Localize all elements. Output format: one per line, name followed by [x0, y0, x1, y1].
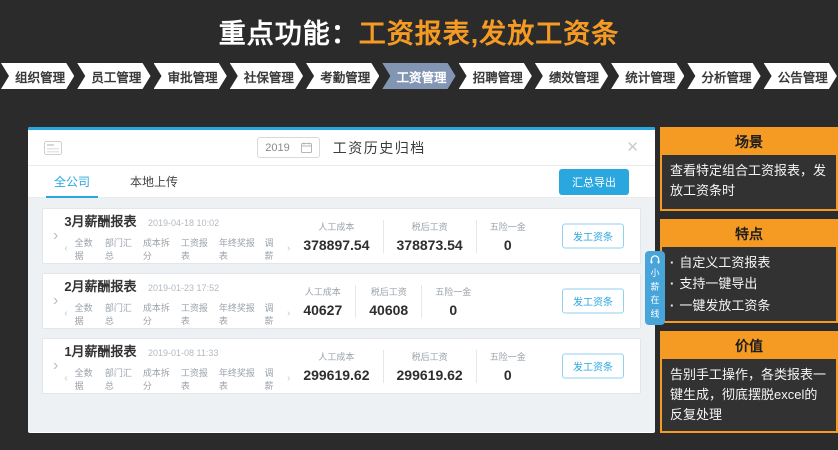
calendar-icon	[301, 142, 312, 153]
nav-tab-approval[interactable]: 审批管理	[154, 63, 227, 89]
report-link[interactable]: 调薪	[265, 301, 280, 327]
section-features: 特点 自定义工资报表 支持一键导出 一键发放工资条	[660, 219, 838, 323]
send-payslip-button[interactable]: 发工资条	[562, 354, 624, 379]
report-row-january: › 1月薪酬报表 2019-01-08 11:33 ‹ 全数据 部门汇总 成本拆…	[42, 338, 641, 394]
panel-header: 2019 工资历史归档 ✕	[28, 130, 655, 166]
report-info: 3月薪酬报表 2019-04-18 10:02 ‹ 全数据 部门汇总 成本拆分 …	[64, 211, 290, 262]
metric-labor-cost: 人工成本 40627	[290, 285, 355, 318]
nav-tab-announcement[interactable]: 公告管理	[764, 63, 837, 89]
nav-tab-attendance[interactable]: 考勤管理	[306, 63, 379, 89]
report-link[interactable]: 部门汇总	[105, 301, 136, 327]
assistant-badge[interactable]: 小薪在线	[645, 251, 665, 325]
chevron-right-icon[interactable]: ›	[53, 227, 58, 245]
section-scene-title: 场景	[662, 129, 836, 155]
nav-tab-performance[interactable]: 绩效管理	[535, 63, 608, 89]
nav-tab-analysis[interactable]: 分析管理	[687, 63, 760, 89]
tab-local-upload[interactable]: 本地上传	[130, 166, 178, 197]
metric-after-tax-salary: 税后工资 299619.62	[383, 350, 476, 383]
metric-labor-cost: 人工成本 299619.62	[290, 350, 382, 383]
section-value-title: 价值	[662, 333, 836, 359]
links-prev-icon[interactable]: ‹	[64, 243, 67, 254]
report-metrics: 人工成本 378897.54 税后工资 378873.54 五险一金 0	[290, 220, 538, 253]
report-timestamp: 2019-01-08 11:33	[148, 348, 218, 358]
nav-tab-recruit[interactable]: 招聘管理	[459, 63, 532, 89]
report-link[interactable]: 全数据	[75, 366, 98, 392]
page: 重点功能： 工资报表,发放工资条 组织管理 员工管理 审批管理 社保管理 考勤管…	[0, 0, 838, 450]
metric-insurance-fund: 五险一金 0	[476, 220, 539, 253]
hero-title-prefix: 重点功能：	[219, 12, 359, 51]
export-summary-button[interactable]: 汇总导出	[559, 169, 629, 195]
report-link[interactable]: 全数据	[75, 301, 98, 327]
report-timestamp: 2019-01-23 17:52	[148, 283, 219, 293]
report-title: 1月薪酬报表	[64, 344, 136, 359]
year-select[interactable]: 2019	[257, 137, 319, 158]
panel-title: 工资历史归档	[333, 138, 426, 158]
tab-whole-company[interactable]: 全公司	[54, 166, 90, 197]
report-sublinks: ‹ 全数据 部门汇总 成本拆分 工资报表 年终奖报表 调薪 ›	[64, 366, 290, 392]
nav-tab-employee[interactable]: 员工管理	[77, 63, 150, 89]
report-link[interactable]: 年终奖报表	[219, 301, 258, 327]
year-value: 2019	[265, 142, 289, 154]
send-payslip-button[interactable]: 发工资条	[562, 224, 624, 249]
links-prev-icon[interactable]: ‹	[64, 308, 67, 319]
feature-item: 一键发放工资条	[670, 295, 828, 316]
assistant-badge-label: 小薪在线	[650, 267, 660, 321]
report-link[interactable]: 年终奖报表	[219, 236, 258, 262]
report-link[interactable]: 成本拆分	[143, 366, 174, 392]
links-prev-icon[interactable]: ‹	[64, 373, 67, 384]
feature-item: 自定义工资报表	[670, 252, 828, 273]
report-title: 2月薪酬报表	[64, 279, 136, 294]
close-icon[interactable]: ✕	[626, 138, 639, 156]
feature-item: 支持一键导出	[670, 273, 828, 294]
report-link[interactable]: 成本拆分	[143, 301, 174, 327]
report-metrics: 人工成本 299619.62 税后工资 299619.62 五险一金 0	[290, 350, 538, 383]
metric-insurance-fund: 五险一金 0	[476, 350, 539, 383]
section-features-title: 特点	[662, 221, 836, 247]
report-link[interactable]: 全数据	[75, 236, 98, 262]
report-link[interactable]: 年终奖报表	[219, 366, 258, 392]
nav-tab-org[interactable]: 组织管理	[1, 63, 74, 89]
nav-tab-statistics[interactable]: 统计管理	[611, 63, 684, 89]
report-sublinks: ‹ 全数据 部门汇总 成本拆分 工资报表 年终奖报表 调薪 ›	[64, 236, 290, 262]
chevron-right-icon[interactable]: ›	[53, 292, 58, 310]
metric-insurance-fund: 五险一金 0	[421, 285, 484, 318]
metric-after-tax-salary: 税后工资 378873.54	[383, 220, 476, 253]
nav-tab-salary[interactable]: 工资管理	[382, 63, 455, 89]
report-link[interactable]: 工资报表	[181, 236, 212, 262]
report-link[interactable]: 工资报表	[181, 301, 212, 327]
report-link[interactable]: 工资报表	[181, 366, 212, 392]
archive-card-icon	[44, 141, 62, 155]
send-payslip-button[interactable]: 发工资条	[562, 289, 624, 314]
info-sidebar: 场景 查看特定组合工资报表，发放工资条时 特点 自定义工资报表 支持一键导出 一…	[660, 127, 838, 433]
metric-labor-cost: 人工成本 378897.54	[290, 220, 382, 253]
salary-archive-panel: 2019 工资历史归档 ✕ 全公司 本地上传 汇总导出	[28, 127, 655, 433]
hero-title-highlight: 工资报表,发放工资条	[359, 12, 620, 51]
section-scene: 场景 查看特定组合工资报表，发放工资条时	[660, 127, 838, 211]
report-timestamp: 2019-04-18 10:02	[148, 218, 219, 228]
section-value: 价值 告别手工操作，各类报表一键生成，彻底摆脱excel的反复处理	[660, 331, 838, 433]
report-link[interactable]: 调薪	[265, 366, 280, 392]
panel-tabs: 全公司 本地上传 汇总导出	[28, 166, 655, 198]
report-row-february: › 2月薪酬报表 2019-01-23 17:52 ‹ 全数据 部门汇总 成本拆…	[42, 273, 641, 329]
report-row-march: › 3月薪酬报表 2019-04-18 10:02 ‹ 全数据 部门汇总 成本拆…	[42, 208, 641, 264]
report-title: 3月薪酬报表	[64, 214, 136, 229]
nav-tab-social-security[interactable]: 社保管理	[230, 63, 303, 89]
report-sublinks: ‹ 全数据 部门汇总 成本拆分 工资报表 年终奖报表 调薪 ›	[64, 301, 290, 327]
section-scene-text: 查看特定组合工资报表，发放工资条时	[662, 155, 836, 207]
report-metrics: 人工成本 40627 税后工资 40608 五险一金 0	[290, 285, 484, 318]
chevron-right-icon[interactable]: ›	[53, 357, 58, 375]
hero-banner: 重点功能： 工资报表,发放工资条	[0, 0, 838, 62]
report-list: › 3月薪酬报表 2019-04-18 10:02 ‹ 全数据 部门汇总 成本拆…	[28, 198, 655, 432]
report-info: 2月薪酬报表 2019-01-23 17:52 ‹ 全数据 部门汇总 成本拆分 …	[64, 276, 290, 327]
report-link[interactable]: 部门汇总	[105, 236, 136, 262]
headset-icon	[649, 255, 661, 265]
section-features-list: 自定义工资报表 支持一键导出 一键发放工资条	[662, 247, 836, 321]
module-nav: 组织管理 员工管理 审批管理 社保管理 考勤管理 工资管理 招聘管理 绩效管理 …	[1, 63, 837, 89]
metric-after-tax-salary: 税后工资 40608	[355, 285, 421, 318]
report-link[interactable]: 部门汇总	[105, 366, 136, 392]
section-value-text: 告别手工操作，各类报表一键生成，彻底摆脱excel的反复处理	[662, 359, 836, 431]
report-link[interactable]: 成本拆分	[143, 236, 174, 262]
report-info: 1月薪酬报表 2019-01-08 11:33 ‹ 全数据 部门汇总 成本拆分 …	[64, 341, 290, 392]
report-link[interactable]: 调薪	[265, 236, 280, 262]
